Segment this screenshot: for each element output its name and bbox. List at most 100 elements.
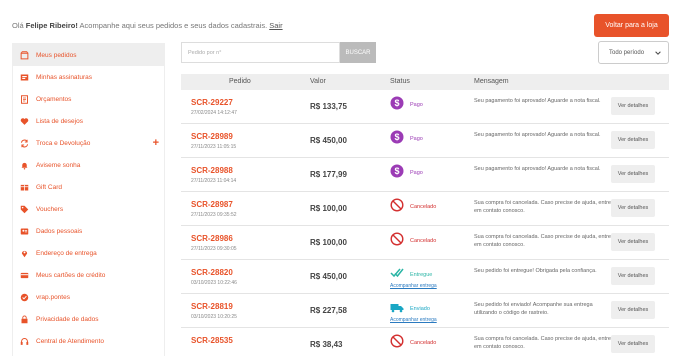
sidebar-item[interactable]: Vouchers [13,198,164,220]
sidebar-item-label: Central de Atendimento [36,337,104,345]
subscription-icon [20,73,29,82]
table-row: SCR-28987 27/11/2023 09:35:52 R$ 100,00 Can… [181,192,669,226]
view-details-button[interactable]: Ver detalhes [611,131,655,149]
order-search-input[interactable]: Pedido por n° [181,42,340,63]
column-header-status: Status [390,78,410,85]
order-value: R$ 177,99 [310,170,347,179]
search-button[interactable]: BUSCAR [340,42,376,63]
sidebar-item-label: Meus pedidos [36,51,77,59]
order-value: R$ 450,00 [310,136,347,145]
svg-text:$: $ [394,166,399,176]
orders-table-header: Pedido Valor Status Mensagem [181,74,669,90]
order-code[interactable]: SCR-28986 [191,234,233,243]
greeting-prefix: Olá [12,21,26,30]
sidebar-item-label: Orçamentos [36,95,72,103]
sidebar-item[interactable]: Gift Card [13,176,164,198]
order-date: 03/10/2023 10:20:25 [191,314,237,320]
view-details-button[interactable]: Ver detalhes [611,97,655,115]
sidebar-item[interactable]: Privacidade de dados [13,308,164,330]
back-to-store-button[interactable]: Voltar para a loja [594,14,669,37]
order-date: 27/11/2023 11:04:14 [191,178,237,184]
order-date: 27/02/2024 14:12:47 [191,110,237,116]
view-details-button[interactable]: Ver detalhes [611,267,655,285]
sidebar-item[interactable]: Meus pedidos [13,44,164,66]
expand-plus-icon[interactable]: + [153,137,159,149]
status-label: Cancelado [410,204,437,210]
sidebar-item[interactable]: Minhas assinaturas [13,66,164,88]
column-header-order: Pedido [229,78,251,85]
view-details-button[interactable]: Ver detalhes [611,335,655,353]
view-details-button[interactable]: Ver detalhes [611,301,655,319]
order-date: 27/11/2023 09:35:52 [191,212,237,218]
document-icon [20,94,29,104]
greeting-text: Acompanhe aqui seus pedidos e seus dados… [77,21,270,30]
order-code[interactable]: SCR-28989 [191,132,233,141]
gift-card-icon [20,183,29,192]
sidebar-item-label: vrap.pontes [36,293,70,301]
order-code[interactable]: SCR-28988 [191,166,233,175]
logout-link[interactable]: Sair [269,21,282,30]
view-details-button[interactable]: Ver detalhes [611,165,655,183]
status-label: Cancelado [410,238,437,244]
table-row: SCR-28986 27/11/2023 09:30:05 R$ 100,00 Can… [181,226,669,260]
chevron-down-icon [655,51,661,55]
table-row: SCR-28819 03/10/2023 10:20:25 R$ 227,58 Env… [181,294,669,328]
tag-icon [20,205,29,214]
status-label: Pago [410,136,423,142]
track-delivery-link[interactable]: Acompanhar entrega [390,283,437,289]
sidebar-item-label: Vouchers [36,205,64,213]
lock-icon [20,315,29,324]
order-date: 27/11/2023 11:05:15 [191,144,237,150]
sidebar-item[interactable]: Orçamentos [13,88,164,110]
status-label: Cancelado [410,340,437,346]
track-delivery-link[interactable]: Acompanhar entrega [390,317,437,323]
sidebar-item-label: Lista de desejos [36,117,83,125]
card-icon [20,271,29,280]
order-value: R$ 100,00 [310,238,347,247]
table-row: SCR-29227 27/02/2024 14:12:47 R$ 133,75 $ Pa… [181,90,669,124]
column-header-value: Valor [310,78,326,85]
sidebar-item[interactable]: Lista de desejos [13,110,164,132]
order-message: Seu pagamento foi aprovado! Aguarde a no… [474,98,601,104]
sidebar-item[interactable]: Meus cartões de crédito [13,264,164,286]
sidebar-item[interactable]: Aviseme sonha [13,154,164,176]
exchange-icon [20,139,29,148]
location-icon [20,249,29,258]
order-code[interactable]: SCR-28987 [191,200,233,209]
greeting: Olá Felipe Ribeiro! Acompanhe aqui seus … [12,21,283,30]
period-select[interactable]: Todo período [598,41,669,64]
table-row: SCR-28989 27/11/2023 11:05:15 R$ 450,00 $ Pa… [181,124,669,158]
sidebar-item[interactable]: Endereço de entrega [13,242,164,264]
status-label: Pago [410,170,423,176]
sidebar-item[interactable]: Dados pessoais [13,220,164,242]
points-icon [20,293,29,302]
order-code[interactable]: SCR-29227 [191,98,233,107]
order-message: Seu pagamento foi aprovado! Aguarde a no… [474,132,601,138]
table-row: SCR-28820 03/10/2023 10:22:46 R$ 450,00 Ent… [181,260,669,294]
double-check-icon [390,266,404,280]
order-message: Seu pedido foi entregue! Obrigada pela c… [474,268,597,274]
period-selected-label: Todo período [609,49,645,56]
order-date: 03/10/2023 10:22:46 [191,280,237,286]
headset-icon [20,337,29,346]
sidebar-item[interactable]: vrap.pontes [13,286,164,308]
order-code[interactable]: SCR-28535 [191,336,233,345]
order-message: Seu pagamento foi aprovado! Aguarde a no… [474,166,601,172]
sidebar-item-label: Privacidade de dados [36,315,99,323]
view-details-button[interactable]: Ver detalhes [611,233,655,251]
order-value: R$ 133,75 [310,102,347,111]
table-row: SCR-28535 R$ 38,43 Cancelado Sua compra foi… [181,328,669,356]
sidebar-item[interactable]: Troca e Devolução + [13,132,164,154]
sidebar-item-label: Aviseme sonha [36,161,81,169]
cancel-icon [390,334,404,348]
sidebar-item-label: Meus cartões de crédito [36,271,106,279]
box-icon [20,50,29,60]
cancel-icon [390,232,404,246]
view-details-button[interactable]: Ver detalhes [611,199,655,217]
sidebar-item[interactable]: Central de Atendimento [13,330,164,352]
status-label: Pago [410,102,423,108]
dollar-icon: $ [390,96,404,110]
order-code[interactable]: SCR-28819 [191,302,233,311]
sidebar-item-label: Gift Card [36,183,63,191]
order-code[interactable]: SCR-28820 [191,268,233,277]
